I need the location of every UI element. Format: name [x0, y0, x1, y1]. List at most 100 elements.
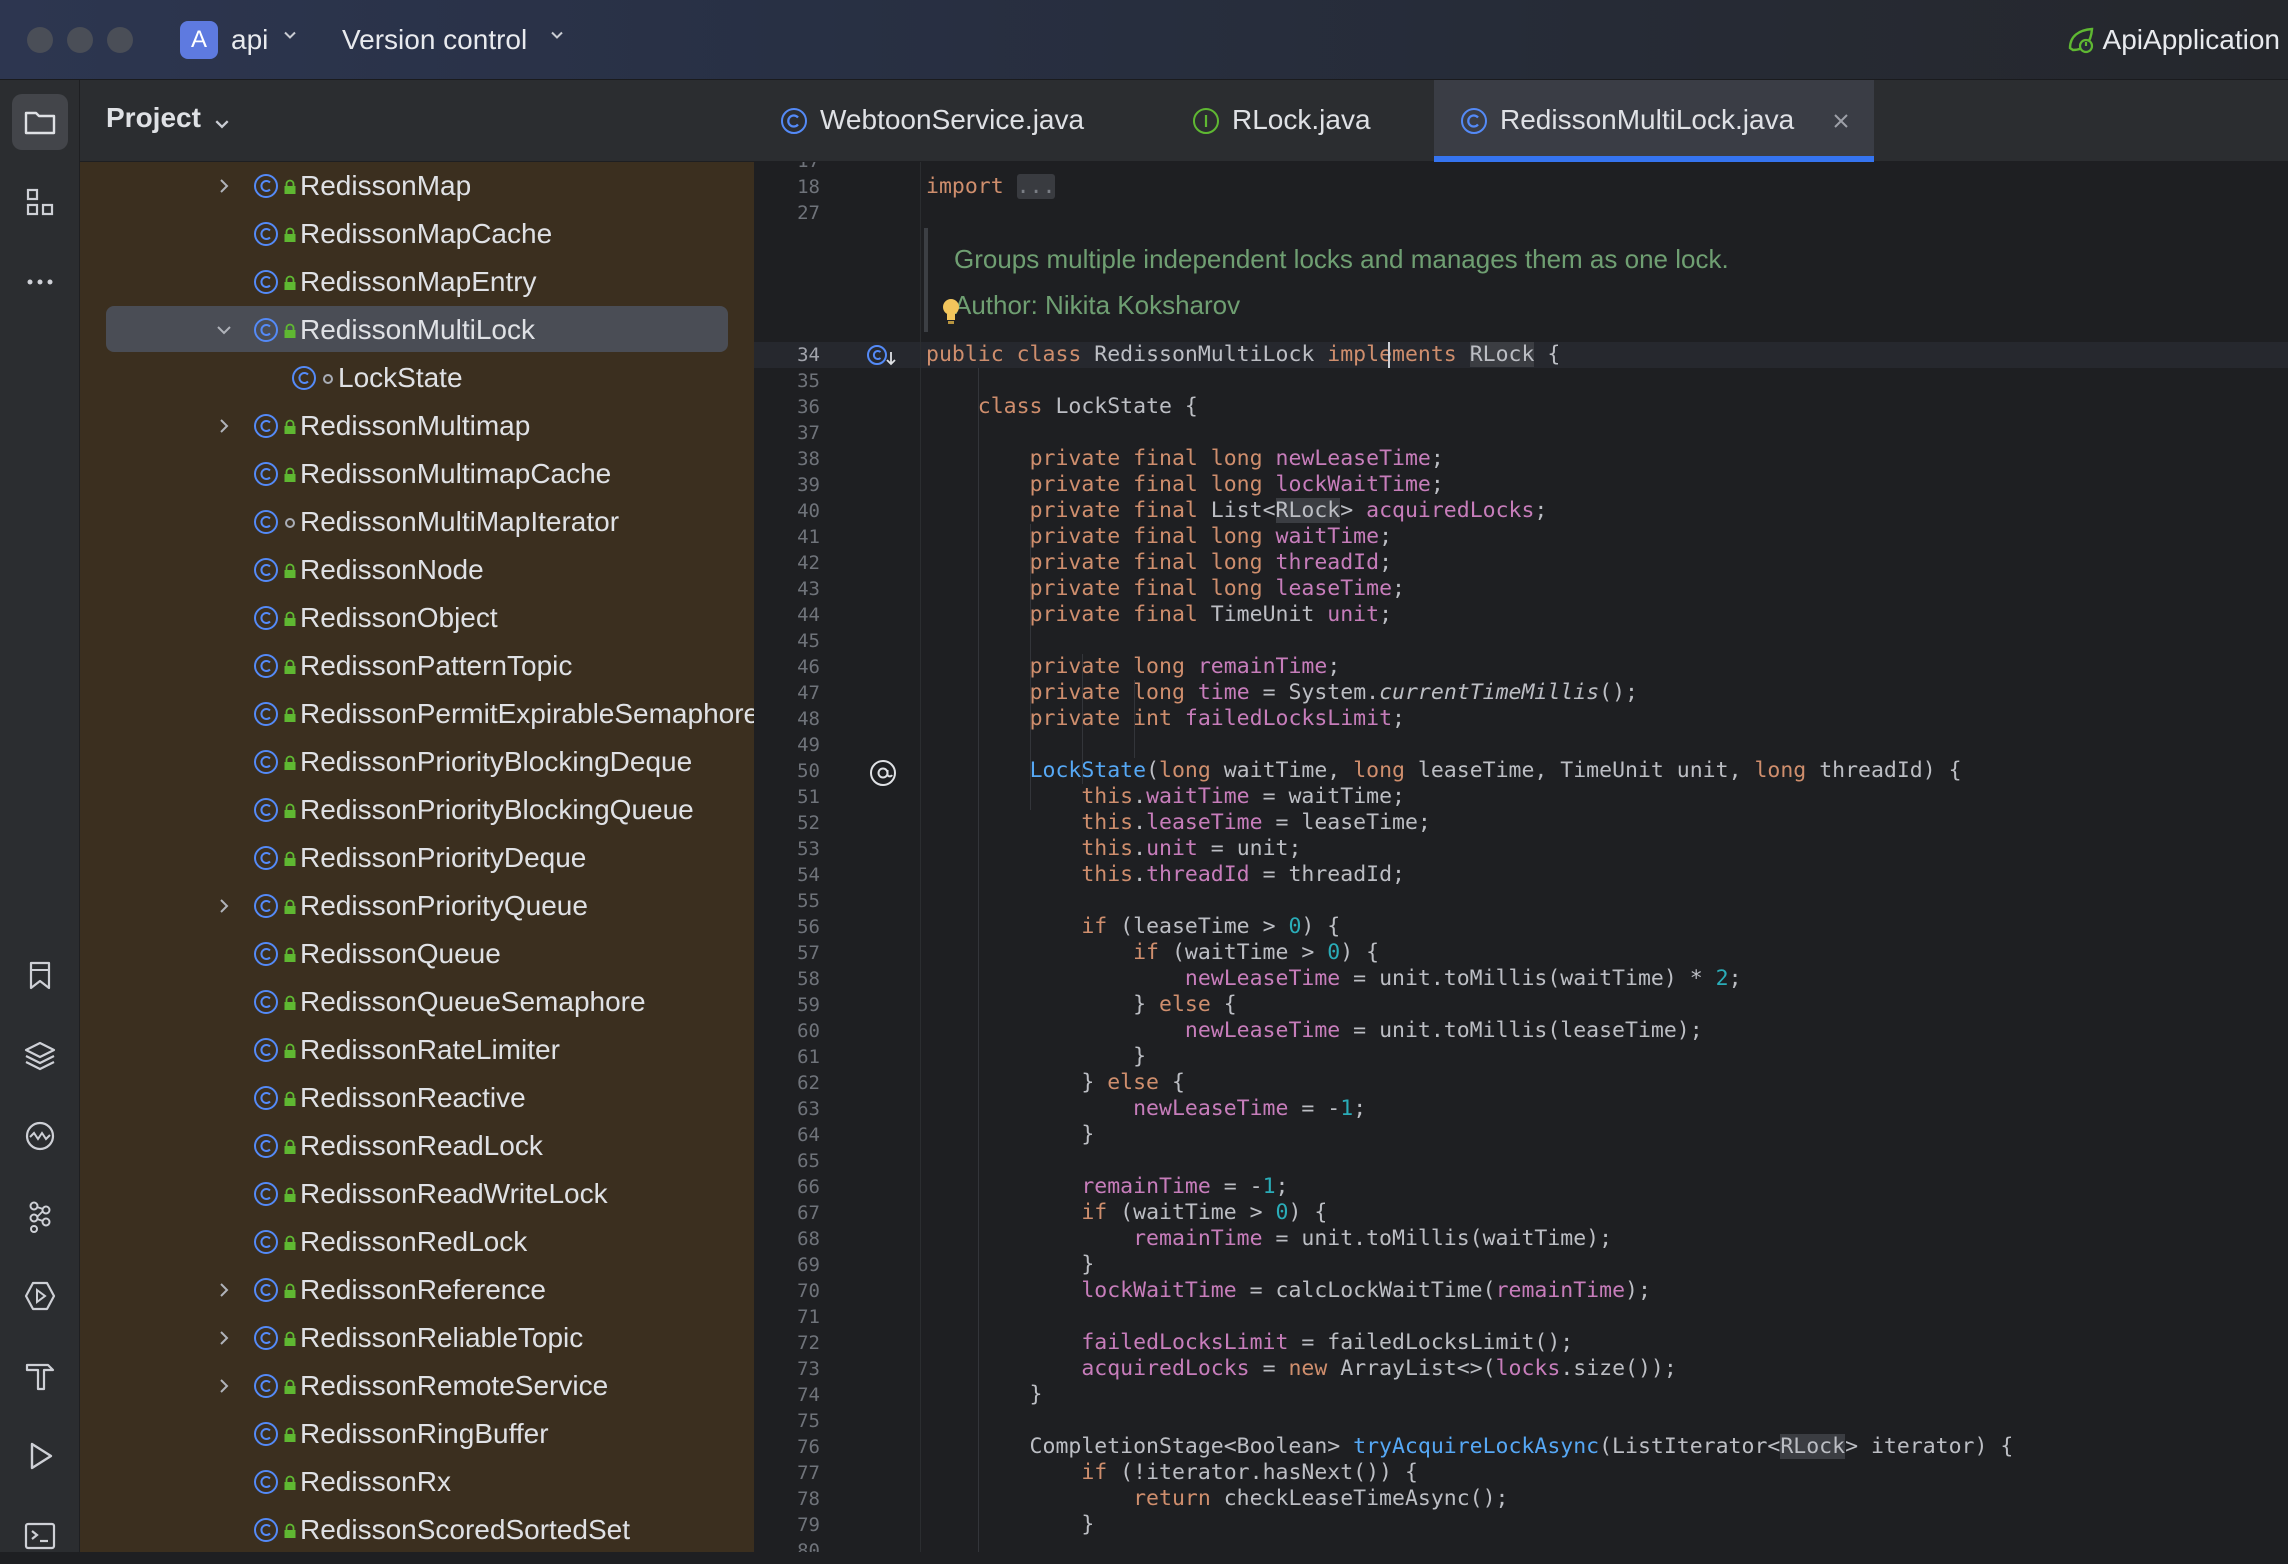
tree-item[interactable]: RedissonMap [80, 162, 754, 210]
chevron-right-icon[interactable] [216, 178, 232, 194]
code-line[interactable]: newLeaseTime = -1; [926, 1096, 1366, 1122]
tree-item[interactable]: RedissonReadLock [80, 1122, 754, 1170]
chevron-right-icon[interactable] [216, 898, 232, 914]
code-line[interactable]: acquiredLocks = new ArrayList<>(locks.si… [926, 1356, 1676, 1382]
tree-item[interactable]: RedissonMultiMapIterator [80, 498, 754, 546]
code-line[interactable]: this.unit = unit; [926, 836, 1301, 862]
code-line[interactable]: } [926, 1044, 1146, 1070]
code-line[interactable]: private long time = System.currentTimeMi… [926, 680, 1638, 706]
code-line[interactable]: private final long leaseTime; [926, 576, 1405, 602]
chevron-right-icon[interactable] [216, 1330, 232, 1346]
chevron-right-icon[interactable] [216, 1378, 232, 1394]
bookmarks-tool-button[interactable] [12, 948, 68, 1004]
chevron-down-icon[interactable] [216, 322, 232, 338]
tree-item[interactable]: RedissonRateLimiter [80, 1026, 754, 1074]
run-configuration[interactable]: ApiApplication [2068, 22, 2288, 58]
tree-item[interactable]: RedissonPriorityQueue [80, 882, 754, 930]
tree-item[interactable]: RedissonQueueSemaphore [80, 978, 754, 1026]
structure-tool-button[interactable] [12, 174, 68, 230]
code-line[interactable]: remainTime = -1; [926, 1174, 1288, 1200]
code-line[interactable]: } [926, 1252, 1094, 1278]
code-line[interactable]: private long remainTime; [926, 654, 1341, 680]
code-line[interactable]: this.waitTime = waitTime; [926, 784, 1405, 810]
annotation-gutter-icon[interactable] [868, 758, 898, 788]
editor-tab[interactable]: WebtoonService.java [754, 80, 1166, 162]
tree-item[interactable]: RedissonReadWriteLock [80, 1170, 754, 1218]
code-line[interactable]: } [926, 1382, 1043, 1408]
tree-item[interactable]: RedissonMapEntry [80, 258, 754, 306]
vcs-menu[interactable]: Version control [342, 22, 527, 58]
project-name[interactable]: api [231, 22, 268, 58]
tree-item[interactable]: LockState [80, 354, 754, 402]
tree-item[interactable]: RedissonReliableTopic [80, 1314, 754, 1362]
tree-item[interactable]: RedissonMultimapCache [80, 450, 754, 498]
code-line[interactable]: if (!iterator.hasNext()) { [926, 1460, 1418, 1486]
project-badge[interactable]: A [180, 21, 218, 59]
code-line[interactable]: failedLocksLimit = failedLocksLimit(); [926, 1330, 1573, 1356]
project-tool-button[interactable] [12, 94, 68, 150]
tree-item[interactable]: RedissonRemoteService [80, 1362, 754, 1410]
tree-item[interactable]: RedissonMultiLock [80, 306, 754, 354]
code-line[interactable]: private final List<RLock> acquiredLocks; [926, 498, 1547, 524]
code-line[interactable]: } [926, 1512, 1094, 1538]
plugins-tool-button[interactable] [12, 1188, 68, 1244]
tree-item[interactable]: RedissonPermitExpirableSemaphore [80, 690, 754, 738]
project-tree[interactable]: RedissonMap RedissonMapCache RedissonMapEn… [80, 162, 754, 1552]
chevron-right-icon[interactable] [216, 1282, 232, 1298]
window-minimize-button[interactable] [67, 27, 93, 53]
tree-item[interactable]: RedissonRingBuffer [80, 1410, 754, 1458]
tree-item[interactable]: RedissonRx [80, 1458, 754, 1506]
code-line[interactable]: this.leaseTime = leaseTime; [926, 810, 1431, 836]
lightbulb-icon[interactable] [940, 296, 962, 326]
build-tool-button[interactable] [12, 1348, 68, 1404]
code-line[interactable]: private final long lockWaitTime; [926, 472, 1444, 498]
tree-item[interactable]: RedissonPriorityBlockingQueue [80, 786, 754, 834]
code-line[interactable]: private final TimeUnit unit; [926, 602, 1392, 628]
close-icon[interactable] [1832, 112, 1850, 130]
code-line[interactable]: } [926, 1122, 1094, 1148]
run-tool-button[interactable] [12, 1428, 68, 1484]
code-line[interactable]: private final long threadId; [926, 550, 1392, 576]
code-line[interactable]: private final long waitTime; [926, 524, 1392, 550]
tree-item[interactable]: RedissonMapCache [80, 210, 754, 258]
code-line[interactable]: private int failedLocksLimit; [926, 706, 1405, 732]
implements-gutter-icon[interactable] [866, 342, 900, 370]
more-tools-button[interactable] [12, 254, 68, 310]
tree-item[interactable]: RedissonPatternTopic [80, 642, 754, 690]
code-line[interactable]: class LockState { [926, 394, 1198, 420]
tree-item[interactable]: RedissonPriorityBlockingDeque [80, 738, 754, 786]
tree-item[interactable]: RedissonScoredSortedSet [80, 1506, 754, 1552]
editor-tab[interactable]: RLock.java [1166, 80, 1434, 162]
chevron-down-icon[interactable] [214, 116, 230, 132]
terminal-tool-button[interactable] [12, 1508, 68, 1564]
code-line[interactable]: public class RedissonMultiLock implement… [926, 342, 1560, 368]
layers-tool-button[interactable] [12, 1028, 68, 1084]
tree-item[interactable]: RedissonNode [80, 546, 754, 594]
tree-item[interactable]: RedissonReference [80, 1266, 754, 1314]
code-line[interactable]: this.threadId = threadId; [926, 862, 1405, 888]
code-line[interactable]: return checkLeaseTimeAsync(); [926, 1486, 1508, 1512]
code-line[interactable]: import ... [926, 174, 1056, 200]
code-line[interactable]: newLeaseTime = unit.toMillis(waitTime) *… [926, 966, 1742, 992]
code-line[interactable]: private final long newLeaseTime; [926, 446, 1444, 472]
chevron-down-icon[interactable] [550, 28, 564, 42]
editor-tab[interactable]: RedissonMultiLock.java [1434, 80, 1874, 162]
tree-item[interactable]: RedissonPriorityDeque [80, 834, 754, 882]
code-line[interactable]: } else { [926, 1070, 1185, 1096]
window-zoom-button[interactable] [107, 27, 133, 53]
tree-item[interactable]: RedissonQueue [80, 930, 754, 978]
code-line[interactable]: lockWaitTime = calcLockWaitTime(remainTi… [926, 1278, 1651, 1304]
code-line[interactable]: if (waitTime > 0) { [926, 940, 1379, 966]
code-line[interactable]: newLeaseTime = unit.toMillis(leaseTime); [926, 1018, 1703, 1044]
project-panel-title[interactable]: Project [106, 102, 201, 134]
tree-item[interactable]: RedissonObject [80, 594, 754, 642]
chevron-down-icon[interactable] [283, 28, 297, 42]
code-editor[interactable]: Groups multiple independent locks and ma… [754, 162, 2288, 1552]
window-close-button[interactable] [27, 27, 53, 53]
tree-item[interactable]: RedissonRedLock [80, 1218, 754, 1266]
tree-item[interactable]: RedissonMultimap [80, 402, 754, 450]
tree-item[interactable]: RedissonReactive [80, 1074, 754, 1122]
code-line[interactable]: } else { [926, 992, 1237, 1018]
endpoints-tool-button[interactable] [12, 1268, 68, 1324]
code-line[interactable]: CompletionStage<Boolean> tryAcquireLockA… [926, 1434, 2013, 1460]
